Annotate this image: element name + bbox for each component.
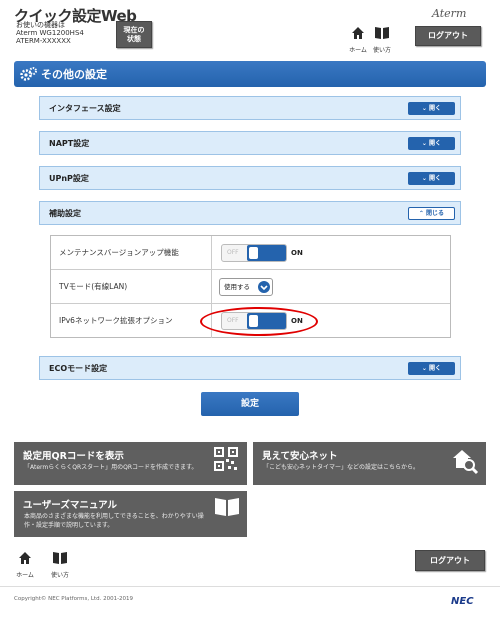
footer-home-label: ホーム (16, 572, 34, 579)
footer-manual-label: 使い方 (50, 572, 69, 579)
chevron-down-icon: ⌄ (421, 140, 427, 147)
section-auxiliary-label: 補助設定 (49, 208, 81, 218)
section-upnp[interactable]: UPnP設定 ⌄ 開く (39, 166, 461, 190)
toggle-off-label: OFF (227, 249, 239, 256)
footer-manual-button[interactable]: 使い方 (48, 550, 72, 579)
close-label: 閉じる (426, 210, 445, 217)
book-icon (375, 27, 389, 39)
copyright: Copyright© NEC Platforms, Ltd. 2001-2019 (14, 596, 134, 602)
home-icon (19, 552, 31, 564)
table-row: TVモード(有線LAN) 使用する (51, 270, 450, 304)
current-status-button[interactable]: 現在の 状態 (116, 21, 152, 48)
open-label: 開く (429, 105, 442, 112)
status-button-line2: 状態 (127, 35, 141, 43)
device-id: ATERM-XXXXXX (16, 37, 71, 45)
safe-net-tile[interactable]: 見えて安心ネット 「こども安心ネットタイマー」などの設定はこちらから。 (253, 442, 486, 485)
manual-button[interactable]: 使い方 (370, 25, 394, 54)
logout-button[interactable]: ログアウト (415, 26, 481, 46)
page-title-banner: その他の設定 (14, 61, 486, 87)
chevron-down-icon: ⌄ (421, 365, 427, 372)
section-upnp-label: UPnP設定 (49, 173, 89, 183)
open-label: 開く (429, 365, 442, 372)
home-button[interactable]: ホーム (346, 25, 370, 54)
apply-button[interactable]: 設定 (201, 392, 299, 416)
qr-code-tile[interactable]: 設定用QRコードを表示 「AtermらくらくQRスタート」用のQRコードを作成で… (14, 442, 247, 485)
qr-code-icon (214, 447, 238, 471)
interface-open-button[interactable]: ⌄ 開く (408, 102, 455, 115)
safe-tile-title: 見えて安心ネット (262, 451, 338, 462)
gear-icon (20, 67, 37, 81)
manual-tile-desc-2: 作・設定手順で説明しています。 (24, 522, 114, 529)
tv-mode-value: 使用する (224, 283, 250, 291)
chevron-up-icon: ⌃ (418, 210, 424, 217)
open-label: 開く (429, 175, 442, 182)
manual-tile-desc-1: 本商品のさまざまな機能を利用してできることを、わかりやすい操 (24, 513, 204, 520)
napt-open-button[interactable]: ⌄ 開く (408, 137, 455, 150)
footer-divider (0, 586, 500, 587)
home-icon (352, 27, 364, 39)
section-interface-label: インタフェース設定 (49, 103, 121, 113)
maintenance-toggle[interactable]: OFF (221, 244, 287, 262)
tv-mode-select[interactable]: 使用する (219, 278, 273, 296)
section-auxiliary[interactable]: 補助設定 ⌃ 閉じる (39, 201, 461, 225)
upnp-open-button[interactable]: ⌄ 開く (408, 172, 455, 185)
section-eco[interactable]: ECOモード設定 ⌄ 開く (39, 356, 461, 380)
section-napt[interactable]: NAPT設定 ⌄ 開く (39, 131, 461, 155)
section-eco-label: ECOモード設定 (49, 363, 108, 373)
nec-logo: NEC (451, 596, 474, 607)
footer-home-button[interactable]: ホーム (13, 550, 37, 579)
manual-label: 使い方 (372, 47, 391, 54)
table-row: メンテナンスバージョンアップ機能 OFF ON (51, 236, 450, 270)
tv-mode-label: TVモード(有線LAN) (59, 282, 128, 291)
brand-logo: Aterm (432, 7, 467, 20)
chevron-down-icon (258, 280, 270, 293)
page-title: その他の設定 (41, 68, 107, 81)
maintenance-label: メンテナンスバージョンアップ機能 (59, 248, 179, 257)
book-icon (215, 498, 239, 516)
home-label: ホーム (349, 47, 367, 54)
book-icon (53, 552, 67, 564)
chevron-down-icon: ⌄ (421, 175, 427, 182)
highlight-annotation (200, 307, 318, 336)
section-interface[interactable]: インタフェース設定 ⌄ 開く (39, 96, 461, 120)
footer-logout-button[interactable]: ログアウト (415, 550, 485, 571)
ipv6-label: IPv6ネットワーク拡張オプション (59, 316, 173, 325)
safe-tile-desc: 「こども安心ネットタイマー」などの設定はこちらから。 (263, 464, 420, 471)
qr-tile-title: 設定用QRコードを表示 (23, 451, 124, 462)
manual-tile-title: ユーザーズマニュアル (23, 500, 118, 511)
eco-open-button[interactable]: ⌄ 開く (408, 362, 455, 375)
toggle-on-label: ON (291, 249, 303, 257)
section-napt-label: NAPT設定 (49, 138, 90, 148)
auxiliary-close-button[interactable]: ⌃ 閉じる (408, 207, 455, 220)
toggle-knob (247, 245, 286, 261)
house-search-icon (453, 450, 479, 475)
chevron-down-icon: ⌄ (421, 105, 427, 112)
users-manual-tile[interactable]: ユーザーズマニュアル 本商品のさまざまな機能を利用してできることを、わかりやすい… (14, 491, 247, 537)
qr-tile-desc: 「AtermらくらくQRスタート」用のQRコードを作成できます。 (24, 464, 198, 471)
open-label: 開く (429, 140, 442, 147)
status-button-line1: 現在の (123, 26, 145, 34)
